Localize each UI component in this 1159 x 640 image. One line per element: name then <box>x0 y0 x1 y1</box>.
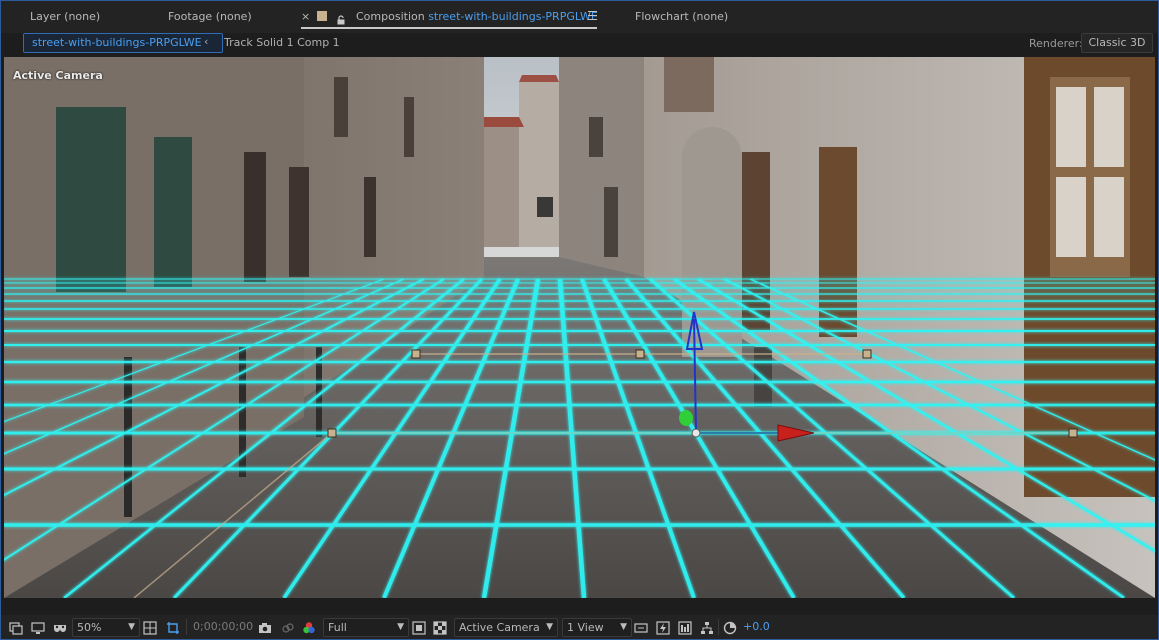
close-tab-icon[interactable]: × <box>301 10 310 23</box>
always-preview-icon[interactable] <box>9 620 23 635</box>
chevron-left-icon[interactable]: ‹ <box>204 35 208 48</box>
snapshot-icon[interactable] <box>258 620 272 634</box>
active-tab-indicator <box>301 27 597 29</box>
chevron-down-icon: ▼ <box>546 622 553 632</box>
fast-previews-icon[interactable] <box>656 620 670 635</box>
exposure-value[interactable]: +0.0 <box>743 619 770 635</box>
tab-composition[interactable]: Composition street-with-buildings-PRPGLW… <box>356 10 598 23</box>
roi-toggle-icon[interactable] <box>412 620 426 635</box>
tab-composition-name: street-with-buildings-PRPGLWE <box>428 10 598 23</box>
flowchart-icon[interactable] <box>700 620 714 634</box>
chevron-down-icon: ▼ <box>620 622 627 632</box>
toolbar-divider <box>718 619 719 635</box>
grid-guides-icon[interactable] <box>143 620 157 635</box>
roi-icon[interactable] <box>166 620 180 634</box>
panel-menu-icon[interactable] <box>588 11 597 20</box>
color-channels-icon[interactable] <box>302 620 316 634</box>
active-camera-overlay: Active Camera <box>13 69 103 82</box>
magnification-dropdown[interactable]: 50% ▼ <box>72 618 140 637</box>
transparency-grid-icon[interactable] <box>433 620 447 635</box>
breadcrumb-track-solid-comp[interactable]: Track Solid 1 Comp 1 <box>224 36 340 49</box>
view-layout-value: 1 View <box>567 621 604 634</box>
tab-flowchart[interactable]: Flowchart (none) <box>635 10 728 23</box>
composition-color-swatch <box>317 11 327 21</box>
view-layout-dropdown[interactable]: 1 View ▼ <box>562 618 632 637</box>
chevron-down-icon: ▼ <box>397 622 404 632</box>
tab-composition-prefix: Composition <box>356 10 425 23</box>
tab-layer[interactable]: Layer (none) <box>30 10 100 23</box>
composition-breadcrumb: street-with-buildings-PRPGLWE ‹ Track So… <box>1 33 1158 55</box>
mask-toggle-icon[interactable] <box>53 620 67 634</box>
street-scene-image <box>4 57 1155 598</box>
renderer-button[interactable]: Classic 3D <box>1081 33 1153 53</box>
composition-viewer-panel: Layer (none) Footage (none) × Compositio… <box>0 0 1159 640</box>
resolution-dropdown[interactable]: Full ▼ <box>323 618 409 637</box>
toggle-pixel-aspect-icon[interactable] <box>634 620 648 634</box>
resolution-value: Full <box>328 621 347 634</box>
viewer-toolbar: 50% ▼ 0;00;00;00 Full ▼ Active Camera ▼ <box>1 615 1158 639</box>
breadcrumb-current-comp[interactable]: street-with-buildings-PRPGLWE <box>23 33 223 53</box>
show-snapshot-icon[interactable] <box>281 620 295 634</box>
panel-tab-bar: Layer (none) Footage (none) × Compositio… <box>1 1 1158 33</box>
composition-viewport[interactable]: Active Camera <box>4 57 1155 598</box>
magnification-value: 50% <box>77 621 102 634</box>
camera-view-dropdown[interactable]: Active Camera ▼ <box>454 618 558 637</box>
chevron-down-icon: ▼ <box>128 622 135 632</box>
renderer-label: Renderer: <box>1029 37 1083 50</box>
reset-exposure-icon[interactable] <box>723 620 737 635</box>
toolbar-divider <box>186 619 187 635</box>
lock-icon[interactable] <box>336 10 346 25</box>
current-time-display[interactable]: 0;00;00;00 <box>193 619 253 635</box>
tab-footage[interactable]: Footage (none) <box>168 10 252 23</box>
monitor-icon[interactable] <box>31 620 45 634</box>
timeline-icon[interactable] <box>678 620 692 635</box>
camera-view-value: Active Camera <box>459 621 540 634</box>
